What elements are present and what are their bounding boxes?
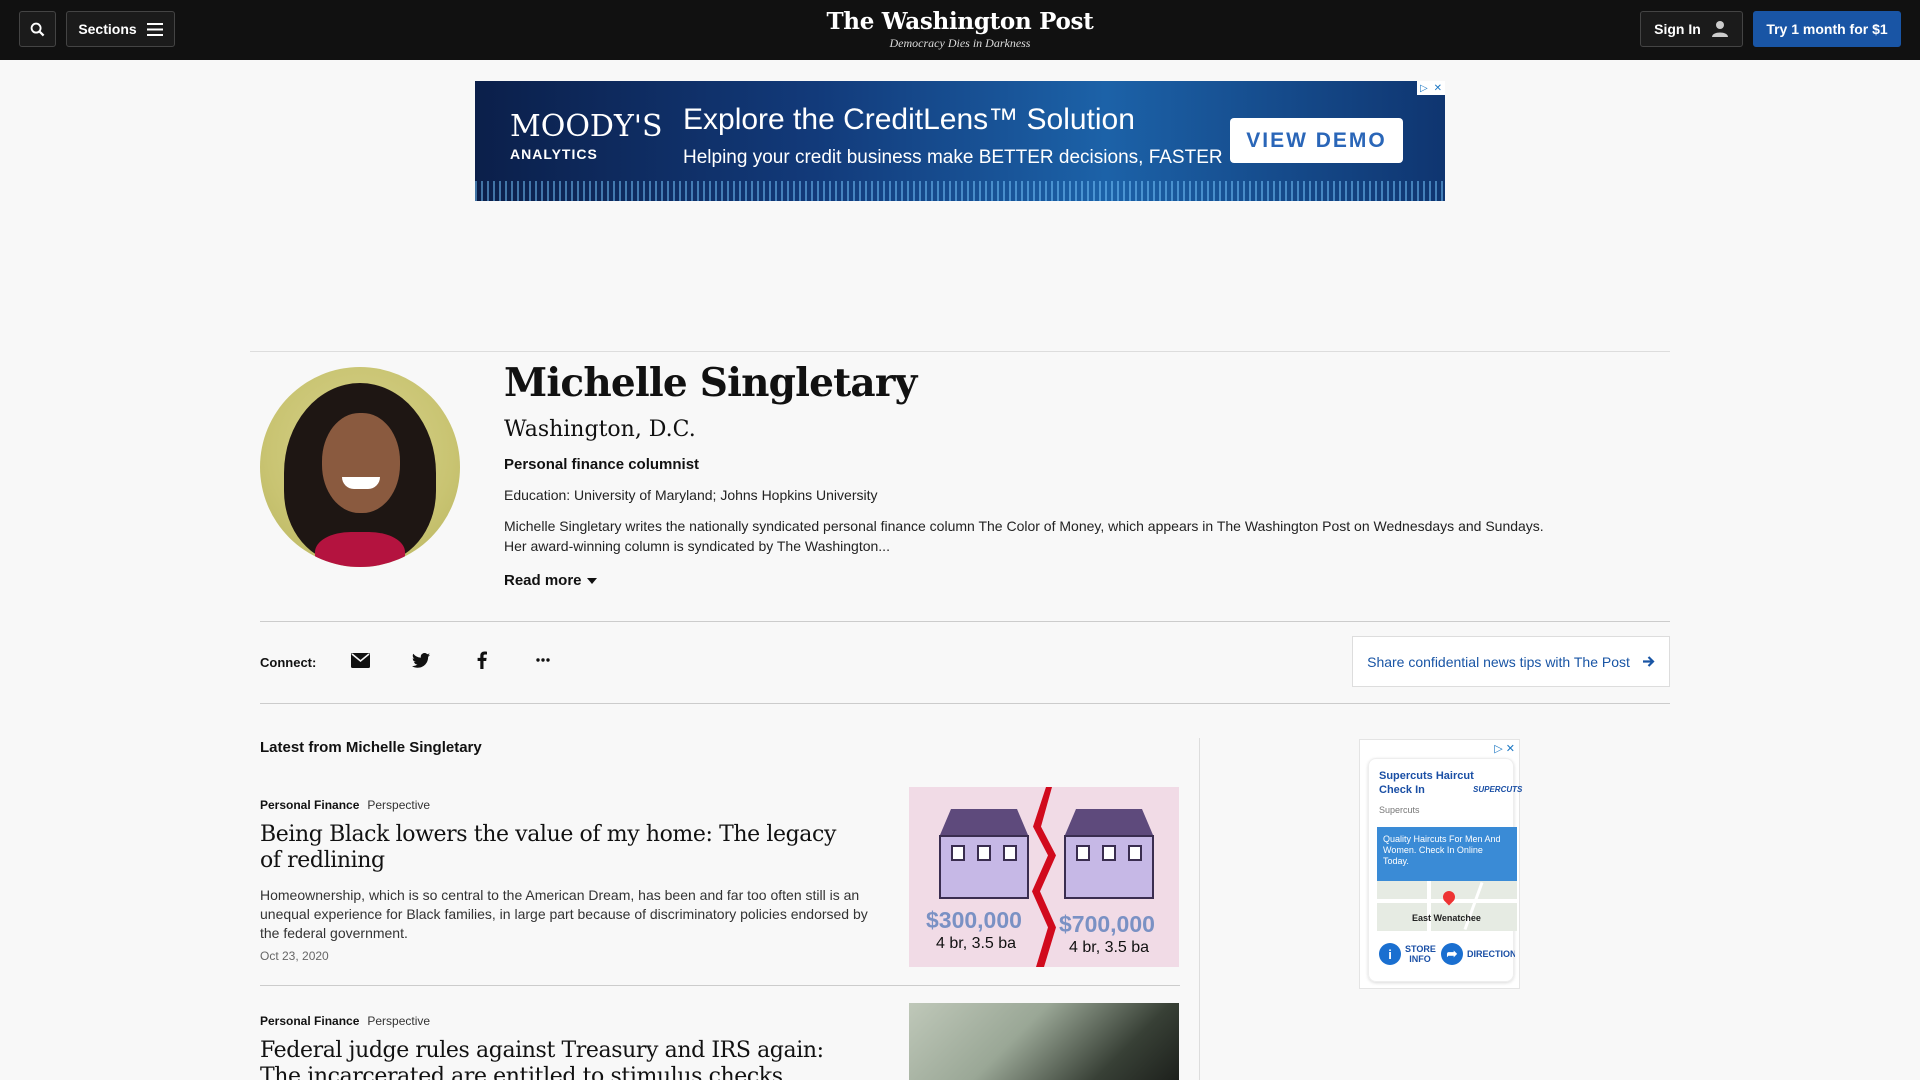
ad-brand: MOODY'S [510, 109, 663, 144]
news-tips-button[interactable]: Share confidential news tips with The Po… [1352, 636, 1670, 687]
article-label: Perspective [367, 1014, 431, 1028]
article-thumbnail[interactable] [909, 1003, 1179, 1080]
ad-close-controls[interactable]: ▷ ✕ [1417, 81, 1445, 95]
article-card: Personal Finance Perspective Being Black… [260, 787, 1180, 985]
arrow-right-icon [1642, 656, 1655, 667]
article-card: Personal Finance Perspective Federal jud… [260, 1003, 1180, 1080]
article-blurb: Homeownership, which is so central to th… [260, 887, 868, 941]
article-thumbnail[interactable]: $300,000 4 br, 3.5 ba $700,000 4 br, 3.5… [909, 787, 1179, 967]
user-icon [1711, 21, 1728, 37]
logo-tagline: Democracy Dies in Darkness [889, 36, 1031, 50]
twitter-icon[interactable] [409, 648, 433, 672]
divider [260, 985, 1180, 986]
caret-down-icon [586, 577, 597, 584]
author-education: Education: University of Maryland; Johns… [504, 487, 878, 503]
ad-brand-logo: SUPERCUTS [1473, 785, 1523, 794]
sidebar-ad[interactable]: ▷ ✕ Supercuts Haircut Check In SUPERCUTS… [1359, 739, 1522, 989]
close-icon[interactable]: ✕ [1434, 83, 1442, 94]
directions-icon: ➦ [1441, 943, 1463, 965]
ad-close-controls[interactable]: ▷ ✕ [1494, 742, 1515, 755]
ad-card[interactable]: Supercuts Haircut Check In SUPERCUTS Sup… [1368, 758, 1522, 982]
author-location: Washington, D.C. [504, 417, 696, 442]
directions-button[interactable]: ➦ DIRECTIONS [1441, 943, 1515, 965]
sign-in-button[interactable]: Sign In [1640, 11, 1743, 47]
info-icon: i [1379, 943, 1401, 965]
image-price-left: $300,000 [926, 907, 1022, 933]
news-tips-label: Share confidential news tips with The Po… [1367, 653, 1630, 670]
column-divider [1199, 738, 1200, 1080]
ad-subline: Helping your credit business make BETTER… [683, 147, 1223, 168]
banner-ad[interactable]: MOODY'S ANALYTICS Explore the CreditLens… [475, 81, 1445, 201]
article-section-link[interactable]: Personal Finance [260, 798, 359, 812]
directions-label: DIRECTIONS [1467, 949, 1515, 959]
ad-headline: Explore the CreditLens™ Solution [683, 103, 1135, 136]
latest-heading: Latest from Michelle Singletary [260, 739, 482, 756]
author-avatar [260, 367, 460, 567]
read-more-label: Read more [504, 572, 582, 589]
ad-brand-sub: ANALYTICS [510, 146, 598, 162]
divider [260, 621, 1670, 622]
close-icon[interactable]: ✕ [1506, 743, 1515, 755]
author-name: Michelle Singletary [504, 360, 917, 406]
logo-title: The Washington Post [826, 8, 1094, 35]
subscribe-button[interactable]: Try 1 month for $1 [1753, 11, 1901, 47]
ad-map[interactable]: East Wenatchee [1377, 881, 1517, 931]
article-headline-link[interactable]: Federal judge rules against Treasury and… [260, 1038, 860, 1080]
store-info-label: STORE INFO [1405, 944, 1436, 964]
map-town-label: East Wenatchee [1412, 913, 1481, 923]
article-label: Perspective [367, 798, 431, 812]
ad-source: Supercuts [1379, 805, 1420, 815]
adchoices-icon[interactable]: ▷ [1420, 83, 1428, 94]
house-illustration [1054, 809, 1164, 899]
image-price-right: $700,000 [1059, 911, 1155, 937]
facebook-icon[interactable] [470, 648, 494, 672]
connect-label: Connect: [260, 655, 317, 670]
sign-in-label: Sign In [1654, 21, 1701, 37]
top-navigation-bar: Sections The Washington Post Democracy D… [0, 0, 1920, 60]
ad-title: Supercuts Haircut Check In [1379, 770, 1474, 796]
adchoices-icon[interactable]: ▷ [1494, 743, 1502, 755]
author-title: Personal finance columnist [504, 456, 700, 473]
ad-promo: Quality Haircuts For Men And Women. Chec… [1377, 827, 1517, 881]
divider [250, 351, 1670, 352]
more-icon[interactable] [531, 648, 555, 672]
mail-icon[interactable] [348, 648, 372, 672]
article-headline-link[interactable]: Being Black lowers the value of my home:… [260, 822, 860, 874]
site-logo[interactable]: The Washington Post Democracy Dies in Da… [0, 8, 1920, 51]
author-bio: Michelle Singletary writes the nationall… [504, 518, 1544, 554]
image-spec-right: 4 br, 3.5 ba [1069, 939, 1150, 956]
ad-decoration [475, 181, 1445, 201]
article-section-link[interactable]: Personal Finance [260, 1014, 359, 1028]
house-illustration [929, 809, 1039, 899]
read-more-button[interactable]: Read more [504, 572, 597, 589]
image-spec-left: 4 br, 3.5 ba [936, 935, 1017, 952]
divider [260, 703, 1670, 704]
store-info-button[interactable]: i STORE INFO [1379, 943, 1436, 965]
ad-cta-button[interactable]: VIEW DEMO [1230, 118, 1403, 163]
